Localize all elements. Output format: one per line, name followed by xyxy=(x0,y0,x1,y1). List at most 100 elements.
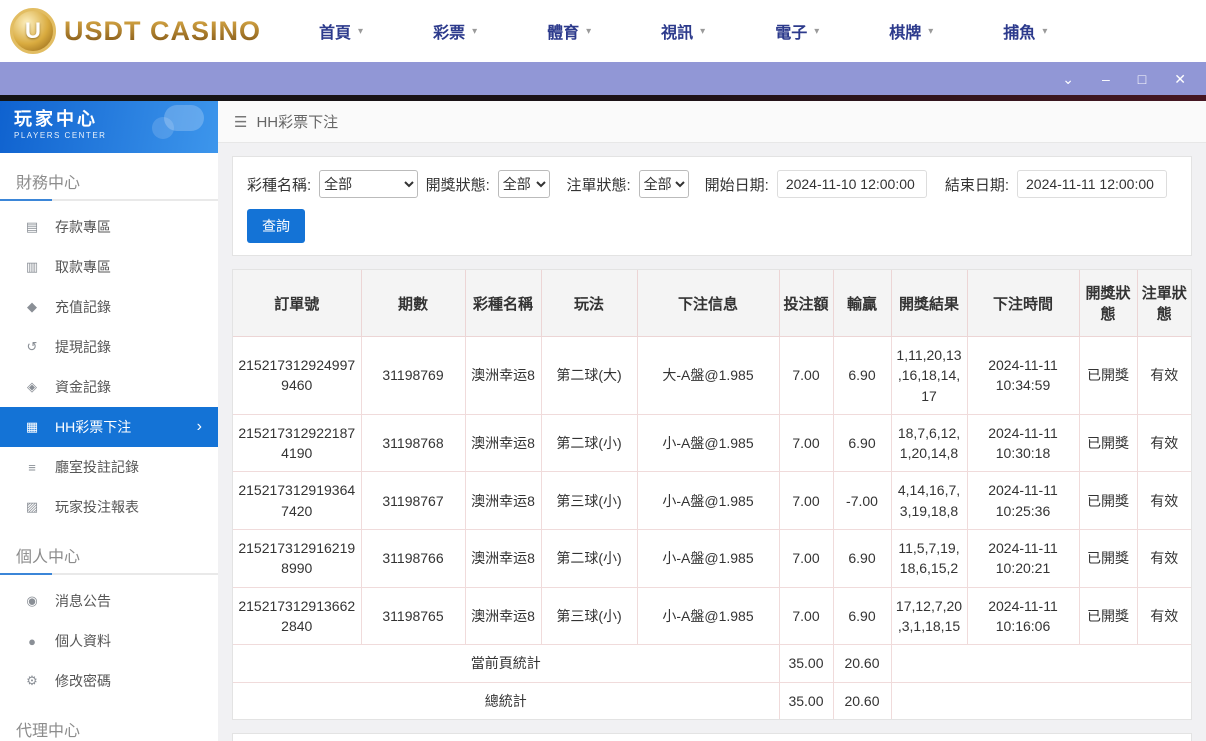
main-nav: 首頁 ▾ 彩票 ▾ 體育 ▾ 視訊 ▾ 電子 ▾ 棋牌 ▾ 捕魚 ▾ xyxy=(319,19,1047,43)
cell-play: 第三球(小) xyxy=(540,586,638,645)
column-header: 訂單號 xyxy=(233,270,362,337)
table-summary: 當前頁統計 35.00 20.60 總統計 35.00 20.60 xyxy=(233,644,1191,719)
sidebar-item-announcement[interactable]: ◉ 消息公告 xyxy=(0,581,218,621)
main-content: ☰ HH彩票下注 彩種名稱: 全部 開獎狀態: 全部 注單狀態: 全部 開始日期… xyxy=(218,101,1206,741)
cell-draw_status: 已開獎 xyxy=(1078,529,1138,588)
table-row: 2152173129162198990 31198766 澳洲幸运8 第二球(小) 小-… xyxy=(233,529,1191,588)
cell-time: 2024-11-11 10:25:36 xyxy=(966,471,1080,531)
nav-item-4[interactable]: 視訊 ▾ xyxy=(661,19,705,43)
cell-order: 2152173129249979460 xyxy=(233,336,362,415)
cell-order: 2152173129136622840 xyxy=(233,586,362,645)
cell-amount: 7.00 xyxy=(778,586,834,645)
page-summary-bet-total: 35.00 xyxy=(778,644,834,683)
nav-item-label: 捕魚 xyxy=(1003,25,1036,42)
column-header: 下注時間 xyxy=(966,270,1080,337)
sidebar-item-deposit[interactable]: ▤ 存款專區 xyxy=(0,207,218,247)
lottery-name-select[interactable]: 全部 xyxy=(319,170,418,198)
cell-result: 1,11,20,13,16,18,14,17 xyxy=(890,336,968,415)
sidebar-item-withdraw[interactable]: ▥ 取款專區 xyxy=(0,247,218,287)
minimize-button[interactable]: – xyxy=(1102,72,1110,86)
sidebar-item-withdrawal-record[interactable]: ↺ 提現記錄 xyxy=(0,327,218,367)
cell-draw_status: 已開獎 xyxy=(1078,586,1138,645)
cell-lottery: 澳洲幸运8 xyxy=(464,586,542,645)
sidebar-item-funds-record[interactable]: ◈ 資金記錄 xyxy=(0,367,218,407)
page-summary-empty xyxy=(890,644,1191,683)
cell-time: 2024-11-11 10:34:59 xyxy=(966,336,1080,415)
cell-bet_info: 小-A盤@1.985 xyxy=(636,529,780,588)
search-button[interactable]: 查詢 xyxy=(247,209,305,243)
sidebar-item-label: 修改密碼 xyxy=(55,673,111,689)
nav-item-1[interactable]: 首頁 ▾ xyxy=(319,19,363,43)
table-body: 2152173129249979460 31198769 澳洲幸运8 第二球(大) 大-… xyxy=(233,336,1191,645)
order-status-select[interactable]: 全部 xyxy=(638,170,689,198)
chevron-down-icon: ▾ xyxy=(358,25,364,37)
profile-icon: ● xyxy=(28,633,36,649)
cell-draw_status: 已開獎 xyxy=(1078,336,1138,415)
column-header: 下注信息 xyxy=(636,270,780,337)
cell-amount: 7.00 xyxy=(778,471,834,531)
lottery-bet-icon: ▦ xyxy=(25,419,39,434)
sidebar-item-profile[interactable]: ● 個人資料 xyxy=(0,621,218,661)
table-row: 2152173129221874190 31198768 澳洲幸运8 第二球(小) 小-… xyxy=(233,413,1191,473)
window-title-bar: ⌄ – □ ✕ xyxy=(0,62,1206,95)
cell-period: 31198767 xyxy=(360,471,466,531)
nav-item-label: 視訊 xyxy=(661,25,694,42)
cell-draw_status: 已開獎 xyxy=(1078,413,1138,473)
chevron-down-icon: ▾ xyxy=(1042,25,1048,37)
draw-status-select[interactable]: 全部 xyxy=(497,170,551,198)
cell-play: 第三球(小) xyxy=(540,471,638,531)
maximize-button[interactable]: □ xyxy=(1138,72,1146,86)
nav-item-7[interactable]: 捕魚 ▾ xyxy=(1003,19,1047,43)
gamepad-icon-detail xyxy=(152,117,174,139)
cell-winloss: 6.90 xyxy=(832,413,892,473)
sidebar-item-change-password[interactable]: ⚙ 修改密碼 xyxy=(0,661,218,701)
window-chevron-button[interactable]: ⌄ xyxy=(1062,72,1074,86)
sidebar-item-recharge-record[interactable]: ◆ 充值記錄 xyxy=(0,287,218,327)
cell-period: 31198768 xyxy=(360,413,466,473)
player-center-subtitle: PLAYERS CENTER xyxy=(14,130,107,140)
brand[interactable]: U USDT CASINO xyxy=(10,8,261,54)
hamburger-menu-icon[interactable]: ☰ xyxy=(234,113,247,131)
cell-time: 2024-11-11 10:30:18 xyxy=(966,413,1080,473)
order-status-label: 注單狀態: xyxy=(566,176,631,194)
cell-order: 2152173129162198990 xyxy=(233,529,362,588)
start-date-label: 開始日期: xyxy=(704,176,769,194)
filter-panel: 彩種名稱: 全部 開獎狀態: 全部 注單狀態: 全部 開始日期: 2024-11… xyxy=(232,156,1192,256)
start-date-input[interactable] xyxy=(776,170,927,198)
sidebar-item-lottery-bet[interactable]: ▦ HH彩票下注 › xyxy=(0,407,218,447)
sidebar-item-hall-bet-record[interactable]: ≡ 廳室投註記錄 xyxy=(0,447,218,487)
end-date-input[interactable] xyxy=(1017,170,1167,198)
sidebar-item-label: 提現記錄 xyxy=(55,339,111,355)
cell-order: 2152173129221874190 xyxy=(233,413,362,473)
cell-bet_info: 小-A盤@1.985 xyxy=(636,471,780,531)
nav-item-5[interactable]: 電子 ▾ xyxy=(775,19,819,43)
sidebar-item-label: 資金記錄 xyxy=(55,379,111,395)
sidebar-item-label: 消息公告 xyxy=(55,593,111,609)
nav-item-6[interactable]: 棋牌 ▾ xyxy=(889,19,933,43)
funds-record-icon: ◈ xyxy=(27,379,37,394)
app-window: U USDT CASINO 首頁 ▾ 彩票 ▾ 體育 ▾ 視訊 ▾ 電子 ▾ 棋牌 ▾ 捕魚 ▾ ⌄ – □ ✕… xyxy=(0,0,1206,741)
brand-name: USDT CASINO xyxy=(64,15,262,46)
chevron-down-icon: ▾ xyxy=(928,25,934,37)
nav-item-3[interactable]: 體育 ▾ xyxy=(547,19,591,43)
nav-item-label: 首頁 xyxy=(319,25,352,42)
nav-item-label: 電子 xyxy=(775,25,808,42)
recharge-record-icon: ◆ xyxy=(27,299,37,314)
cell-winloss: -7.00 xyxy=(832,471,892,531)
sidebar-item-player-bet-report[interactable]: ▨ 玩家投注報表 xyxy=(0,487,218,527)
table-row: 2152173129193647420 31198767 澳洲幸运8 第三球(小) 小-… xyxy=(233,471,1191,531)
cell-lottery: 澳洲幸运8 xyxy=(464,529,542,588)
hall-bet-record-icon: ≡ xyxy=(28,459,36,475)
change-password-icon: ⚙ xyxy=(26,673,38,688)
cell-play: 第二球(大) xyxy=(540,336,638,415)
close-button[interactable]: ✕ xyxy=(1174,72,1186,86)
cell-order: 2152173129193647420 xyxy=(233,471,362,531)
page-summary-row: 當前頁統計 35.00 20.60 xyxy=(233,644,1191,683)
cell-lottery: 澳洲幸运8 xyxy=(464,336,542,415)
cell-period: 31198769 xyxy=(360,336,466,415)
nav-item-2[interactable]: 彩票 ▾ xyxy=(433,19,477,43)
grand-summary-label: 總統計 xyxy=(233,681,780,719)
sidebar-item-label: HH彩票下注 xyxy=(55,419,132,435)
page-summary-winloss-total: 20.60 xyxy=(832,644,892,683)
sidebar-item-label: 取款專區 xyxy=(55,259,111,275)
